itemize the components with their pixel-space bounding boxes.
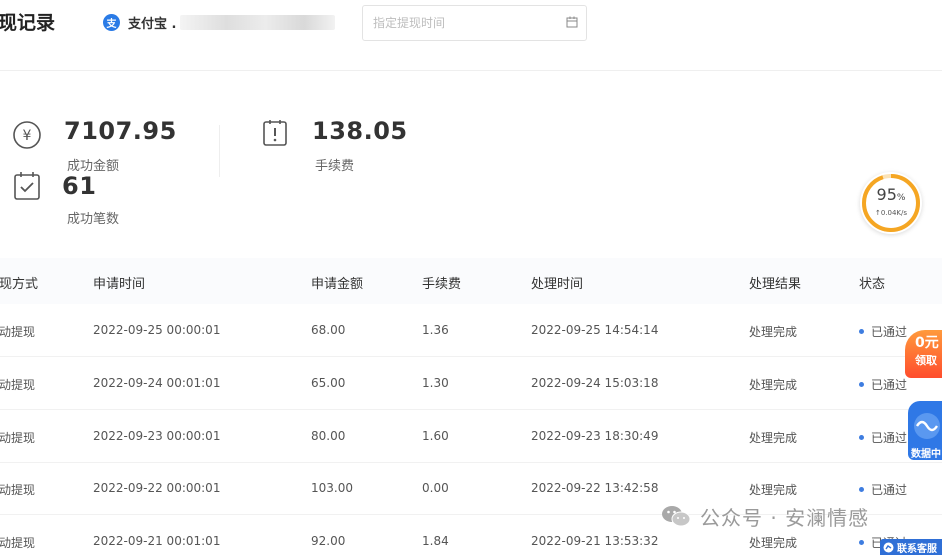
- cell-apply-time: 2022-09-24 00:01:01: [93, 376, 220, 390]
- date-filter-input[interactable]: [362, 5, 587, 41]
- cell-apply-time: 2022-09-21 00:01:01: [93, 534, 220, 548]
- cell-method: 动提现: [0, 376, 35, 393]
- account-number-masked: [180, 15, 335, 30]
- success-count-value: 61: [62, 172, 96, 200]
- column-header-method: 现方式: [0, 273, 38, 292]
- promo-line-2: 领取: [915, 352, 937, 368]
- cell-amount: 65.00: [311, 376, 345, 390]
- status-dot: [859, 487, 864, 492]
- cell-result: 处理完成: [749, 429, 797, 446]
- wave-icon: [912, 411, 942, 441]
- column-header-fee: 手续费: [422, 273, 461, 292]
- account-selector[interactable]: 支 支付宝 .: [103, 10, 335, 34]
- cell-result: 处理完成: [749, 534, 797, 551]
- cell-apply-time: 2022-09-25 00:00:01: [93, 323, 220, 337]
- cell-result: 处理完成: [749, 376, 797, 393]
- cell-fee: 1.36: [422, 323, 449, 337]
- cell-process-time: 2022-09-24 15:03:18: [531, 376, 658, 390]
- headset-icon: [883, 542, 894, 553]
- fee-value: 138.05: [312, 117, 408, 145]
- status-badge: 已通过: [859, 481, 907, 498]
- row-divider: [0, 356, 942, 357]
- network-speed-widget[interactable]: 95% ↑0.04K/s: [860, 172, 922, 234]
- column-header-apply-time: 申请时间: [93, 273, 145, 292]
- promo-line-1: 0元: [915, 332, 939, 352]
- clipboard-check-icon: [13, 171, 41, 201]
- column-header-result: 处理结果: [749, 273, 801, 292]
- cell-fee: 1.30: [422, 376, 449, 390]
- fee-label: 手续费: [315, 155, 354, 174]
- cell-fee: 0.00: [422, 481, 449, 495]
- status-dot: [859, 540, 864, 545]
- cell-fee: 1.84: [422, 534, 449, 548]
- cell-apply-time: 2022-09-22 00:00:01: [93, 481, 220, 495]
- cell-result: 处理完成: [749, 481, 797, 498]
- wechat-watermark: 公众号 · 安澜情感: [660, 503, 869, 529]
- row-divider: [0, 409, 942, 410]
- stat-divider: [219, 125, 220, 177]
- page-title: 现记录: [0, 8, 55, 35]
- cell-amount: 92.00: [311, 534, 345, 548]
- cell-process-time: 2022-09-22 13:42:58: [531, 481, 658, 495]
- column-header-amount: 申请金额: [311, 273, 363, 292]
- cell-amount: 103.00: [311, 481, 353, 495]
- status-dot: [859, 329, 864, 334]
- row-divider: [0, 462, 942, 463]
- cell-process-time: 2022-09-25 14:54:14: [531, 323, 658, 337]
- header-divider: [0, 70, 942, 71]
- speed-rate: ↑0.04K/s: [860, 209, 922, 217]
- data-center-float-button[interactable]: 数据中: [908, 401, 942, 460]
- cell-apply-time: 2022-09-23 00:00:01: [93, 429, 220, 443]
- status-badge: 已通过: [859, 429, 907, 446]
- contact-service-label: 联系客服: [897, 540, 937, 555]
- cell-method: 动提现: [0, 429, 35, 446]
- wechat-icon: [660, 504, 692, 528]
- cell-process-time: 2022-09-23 18:30:49: [531, 429, 658, 443]
- svg-text:¥: ¥: [23, 128, 32, 144]
- column-header-status: 状态: [859, 273, 885, 292]
- speed-percent: 95%: [860, 185, 922, 204]
- success-amount-value: 7107.95: [64, 117, 177, 145]
- cell-fee: 1.60: [422, 429, 449, 443]
- status-badge: 已通过: [859, 376, 907, 393]
- cell-method: 动提现: [0, 481, 35, 498]
- account-name: 支付宝 .: [128, 13, 176, 32]
- cell-amount: 80.00: [311, 429, 345, 443]
- contact-service-button[interactable]: 联系客服: [880, 539, 942, 555]
- cell-method: 动提现: [0, 534, 35, 551]
- alipay-icon: 支: [103, 14, 120, 31]
- status-dot: [859, 435, 864, 440]
- data-center-label: 数据中: [911, 445, 941, 460]
- cell-method: 动提现: [0, 323, 35, 340]
- cell-process-time: 2022-09-21 13:53:32: [531, 534, 658, 548]
- exclamation-box-icon: [262, 119, 288, 147]
- column-header-process-time: 处理时间: [531, 273, 583, 292]
- status-dot: [859, 382, 864, 387]
- calendar-icon[interactable]: [566, 16, 578, 28]
- cell-result: 处理完成: [749, 323, 797, 340]
- promo-float-button[interactable]: 0元 领取: [905, 330, 942, 378]
- watermark-text: 公众号 · 安澜情感: [700, 502, 869, 531]
- success-count-label: 成功笔数: [67, 208, 119, 227]
- cell-amount: 68.00: [311, 323, 345, 337]
- status-badge: 已通过: [859, 323, 907, 340]
- yen-circle-icon: ¥: [12, 120, 42, 150]
